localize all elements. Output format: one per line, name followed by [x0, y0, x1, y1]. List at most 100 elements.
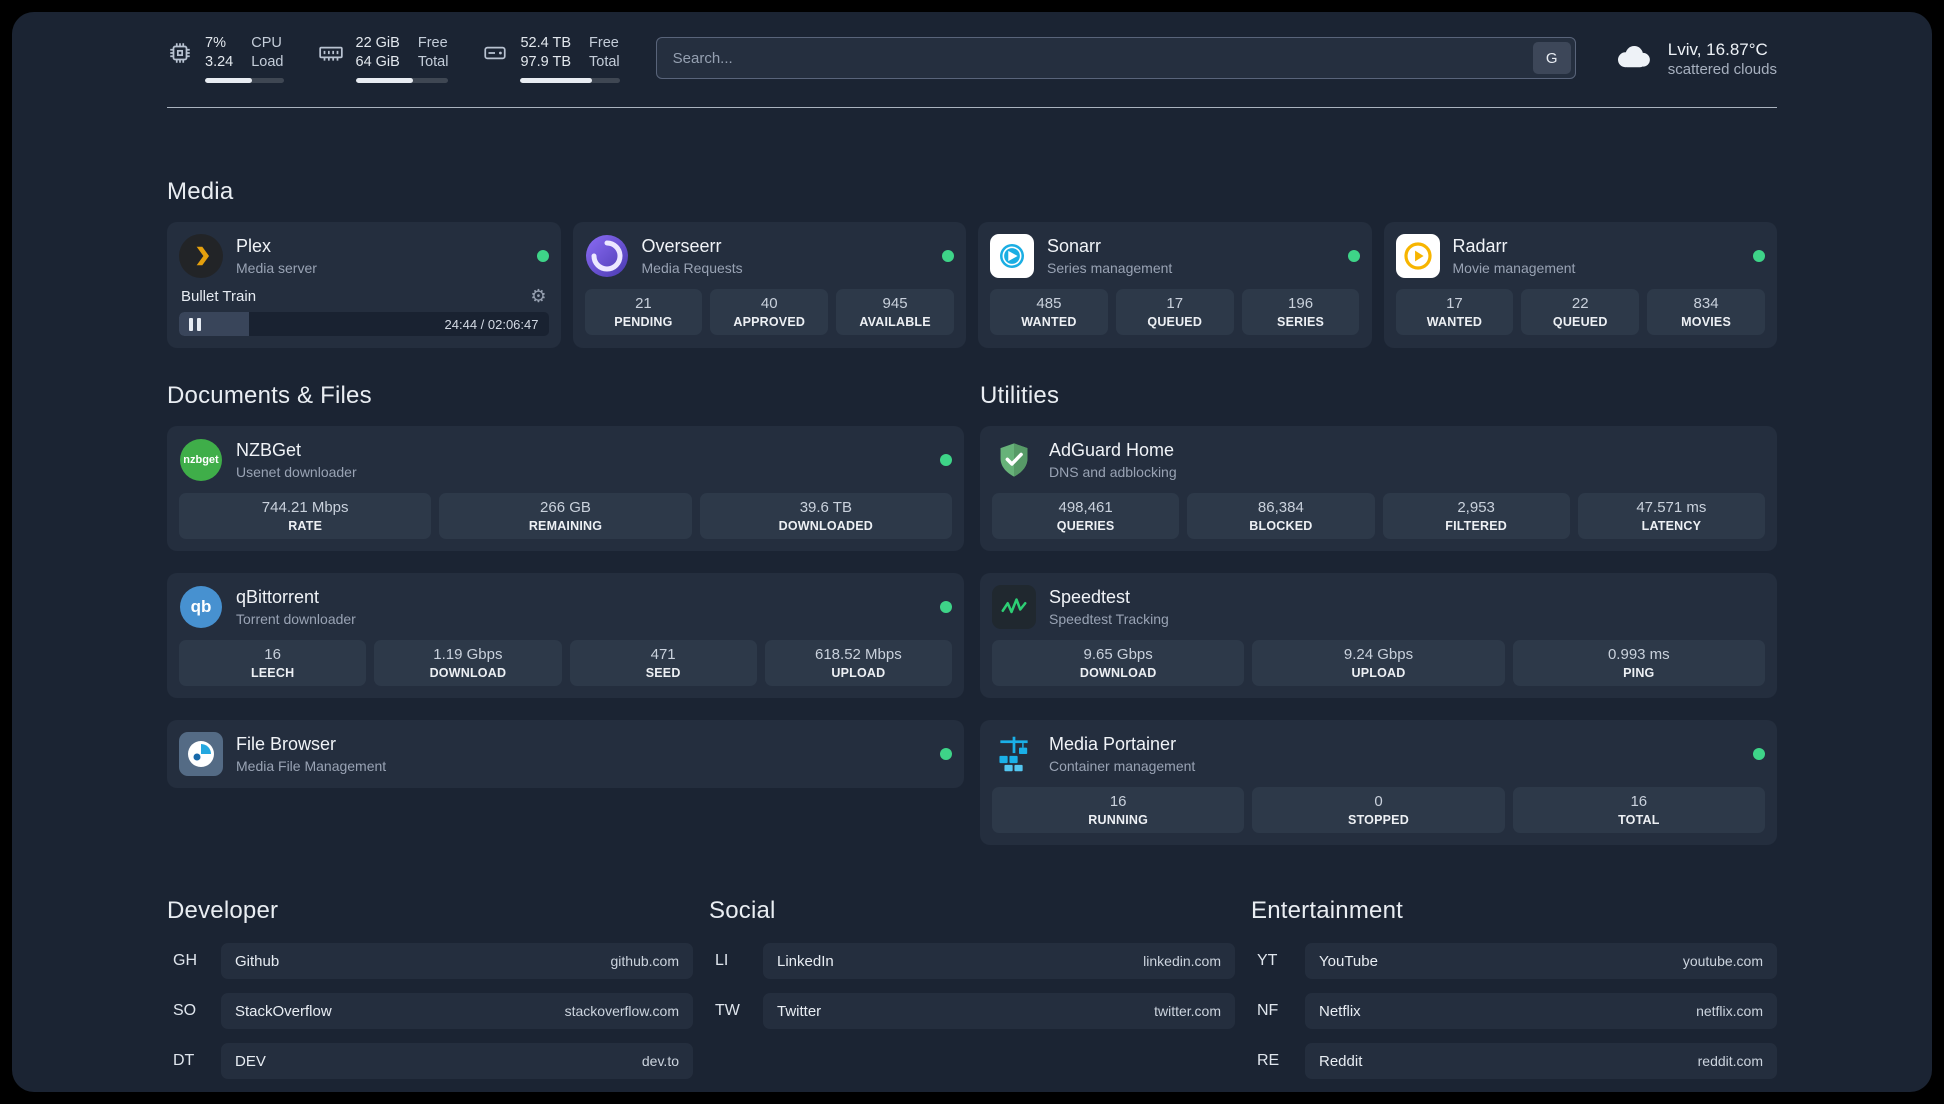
ram-total: 64 GiB	[355, 53, 400, 70]
app-card-radarr[interactable]: Radarr Movie management 17 WANTED 22 QUEUED…	[1383, 222, 1777, 349]
cloud-icon	[1612, 41, 1654, 76]
status-dot	[1347, 250, 1360, 263]
bookmark-url: dev.to	[641, 1053, 679, 1070]
bookmark-row: GH Github github.com	[167, 943, 693, 980]
search-input[interactable]	[655, 37, 1576, 80]
section-title-developer: Developer	[167, 897, 279, 925]
stat-value: 9.65 Gbps	[1083, 646, 1153, 664]
app-card-portainer[interactable]: Media Portainer Container management 16 R…	[980, 720, 1777, 846]
stat-label: LEECH	[250, 666, 295, 681]
disk-progress-bar	[520, 77, 620, 83]
bookmark-url: reddit.com	[1697, 1053, 1763, 1070]
bookmark-group-social: Social LI LinkedIn linkedin.com TW Twitter tw…	[709, 897, 1235, 1092]
stat-tile: 9.24 Gbps UPLOAD	[1252, 640, 1505, 687]
stat-label: STOPPED	[1348, 813, 1409, 828]
bookmark-url: github.com	[610, 953, 679, 970]
stat-label: SEED	[645, 666, 681, 681]
disk-total: 97.9 TB	[520, 53, 572, 70]
bookmark-link[interactable]: DEV dev.to	[221, 1043, 693, 1080]
stat-tile: 17 WANTED	[1395, 289, 1514, 336]
stats-row: 9.65 Gbps DOWNLOAD 9.24 Gbps UPLOAD 0.993 ms…	[992, 640, 1765, 687]
ram-progress-bar	[355, 77, 449, 83]
app-subtitle: Media Requests	[641, 260, 743, 277]
bookmark-name: Netflix	[1319, 1002, 1361, 1020]
stat-label: BLOCKED	[1249, 519, 1313, 534]
weather-condition: scattered clouds	[1667, 60, 1777, 78]
bookmark-row: RE Reddit reddit.com	[1251, 1043, 1777, 1080]
stat-value: 17	[1166, 295, 1184, 313]
ram-icon	[318, 40, 344, 71]
stat-tile: 0.993 ms PING	[1512, 640, 1765, 687]
app-subtitle: Media File Management	[236, 758, 387, 775]
stats-row: 21 PENDING 40 APPROVED 945 AVAILABLE	[584, 289, 955, 336]
bookmark-link[interactable]: Netflix netflix.com	[1305, 993, 1777, 1030]
bookmark-group-developer: Developer GH Github github.com SO StackOverf…	[167, 897, 693, 1092]
app-card-adguard[interactable]: AdGuard Home DNS and adblocking 498,461 Q…	[980, 426, 1777, 552]
section-title-entertainment: Entertainment	[1251, 897, 1404, 925]
section-media: Media Plex Media server Bullet Train ⚙ 2…	[167, 178, 1777, 349]
bookmark-url: youtube.com	[1682, 953, 1763, 970]
stat-tile: 16 RUNNING	[992, 787, 1245, 834]
stat-label: DOWNLOAD	[1079, 666, 1157, 681]
bookmark-link[interactable]: StackOverflow stackoverflow.com	[221, 993, 693, 1030]
app-name: Radarr	[1452, 236, 1508, 257]
app-name: Speedtest	[1049, 587, 1131, 608]
bookmark-link[interactable]: YouTube youtube.com	[1305, 943, 1777, 980]
stat-tile: 471 SEED	[569, 640, 757, 687]
stat-label: REMAINING	[528, 519, 603, 534]
stat-tile: 22 QUEUED	[1521, 289, 1640, 336]
stats-row: 744.21 Mbps RATE 266 GB REMAINING 39.6 TB DOW…	[179, 493, 952, 540]
stat-label: QUERIES	[1056, 519, 1115, 534]
settings-gear-icon[interactable]: ⚙	[530, 287, 546, 305]
bookmark-name: Github	[235, 952, 280, 970]
pause-icon[interactable]	[189, 317, 201, 331]
stat-label: AVAILABLE	[859, 315, 931, 330]
stat-value: 471	[650, 646, 676, 664]
bookmark-abbr: DT	[173, 1052, 195, 1070]
app-name: File Browser	[236, 734, 337, 755]
bookmark-link[interactable]: LinkedIn linkedin.com	[763, 943, 1235, 980]
stat-tile: 618.52 Mbps UPLOAD	[764, 640, 952, 687]
section-title-social: Social	[709, 897, 776, 925]
cpu-load-avg: 3.24	[205, 53, 234, 70]
app-card-sonarr[interactable]: Sonarr Series management 485 WANTED 17 QUEU…	[978, 222, 1372, 349]
section-documents-files: Documents & Files nzbget NZBGet Usenet d…	[167, 382, 964, 789]
app-card-speedtest[interactable]: Speedtest Speedtest Tracking 9.65 Gbps DO…	[980, 573, 1777, 699]
stat-value: 266 GB	[540, 499, 591, 517]
stat-label: SERIES	[1277, 315, 1325, 330]
bookmark-abbr: TW	[715, 1002, 740, 1020]
app-name: Overseerr	[641, 236, 722, 257]
stat-tile: 1.19 Gbps DOWNLOAD	[374, 640, 562, 687]
app-card-nzbget[interactable]: nzbget NZBGet Usenet downloader 744.21 M…	[167, 426, 964, 552]
playback-progress-bar[interactable]: 24:44 / 02:06:47	[179, 312, 549, 337]
cpu-label-2: Load	[251, 53, 284, 70]
stat-label: UPLOAD	[831, 666, 886, 681]
bookmark-link[interactable]: Twitter twitter.com	[763, 993, 1235, 1030]
nzbget-icon: nzbget	[179, 438, 223, 482]
stat-value: 945	[882, 295, 908, 313]
bookmark-link[interactable]: Reddit reddit.com	[1305, 1043, 1777, 1080]
app-card-qbittorrent[interactable]: qb qBittorrent Torrent downloader 16 LEEC…	[167, 573, 964, 699]
stat-label: DOWNLOADED	[778, 519, 873, 534]
bookmark-abbr: YT	[1257, 952, 1278, 970]
ram-label-2: Total	[417, 53, 449, 70]
filebrowser-icon	[179, 732, 223, 777]
status-dot	[1753, 748, 1765, 761]
app-name: Sonarr	[1047, 236, 1102, 257]
system-widgets: 7% 3.24 CPU Load 22 GiB 64 GiB Free Tota…	[167, 34, 620, 83]
status-dot	[940, 748, 952, 761]
stat-value: 744.21 Mbps	[261, 499, 349, 517]
app-card-plex[interactable]: Plex Media server Bullet Train ⚙ 24:44 /…	[167, 222, 561, 349]
stat-value: 196	[1288, 295, 1314, 313]
stat-label: PENDING	[614, 315, 673, 330]
search-engine-button[interactable]: G	[1532, 42, 1571, 75]
bookmark-link[interactable]: Github github.com	[221, 943, 693, 980]
plex-icon	[179, 234, 223, 279]
stat-label: QUEUED	[1147, 315, 1203, 330]
app-subtitle: Speedtest Tracking	[1049, 611, 1169, 628]
app-card-overseerr[interactable]: Overseerr Media Requests 21 PENDING 40 APPR…	[572, 222, 966, 349]
app-card-filebrowser[interactable]: File Browser Media File Management	[167, 720, 964, 789]
stat-value: 16	[264, 646, 281, 664]
stat-tile: 86,384 BLOCKED	[1187, 493, 1375, 540]
weather-location: Lviv, 16.87°C	[1667, 39, 1768, 59]
